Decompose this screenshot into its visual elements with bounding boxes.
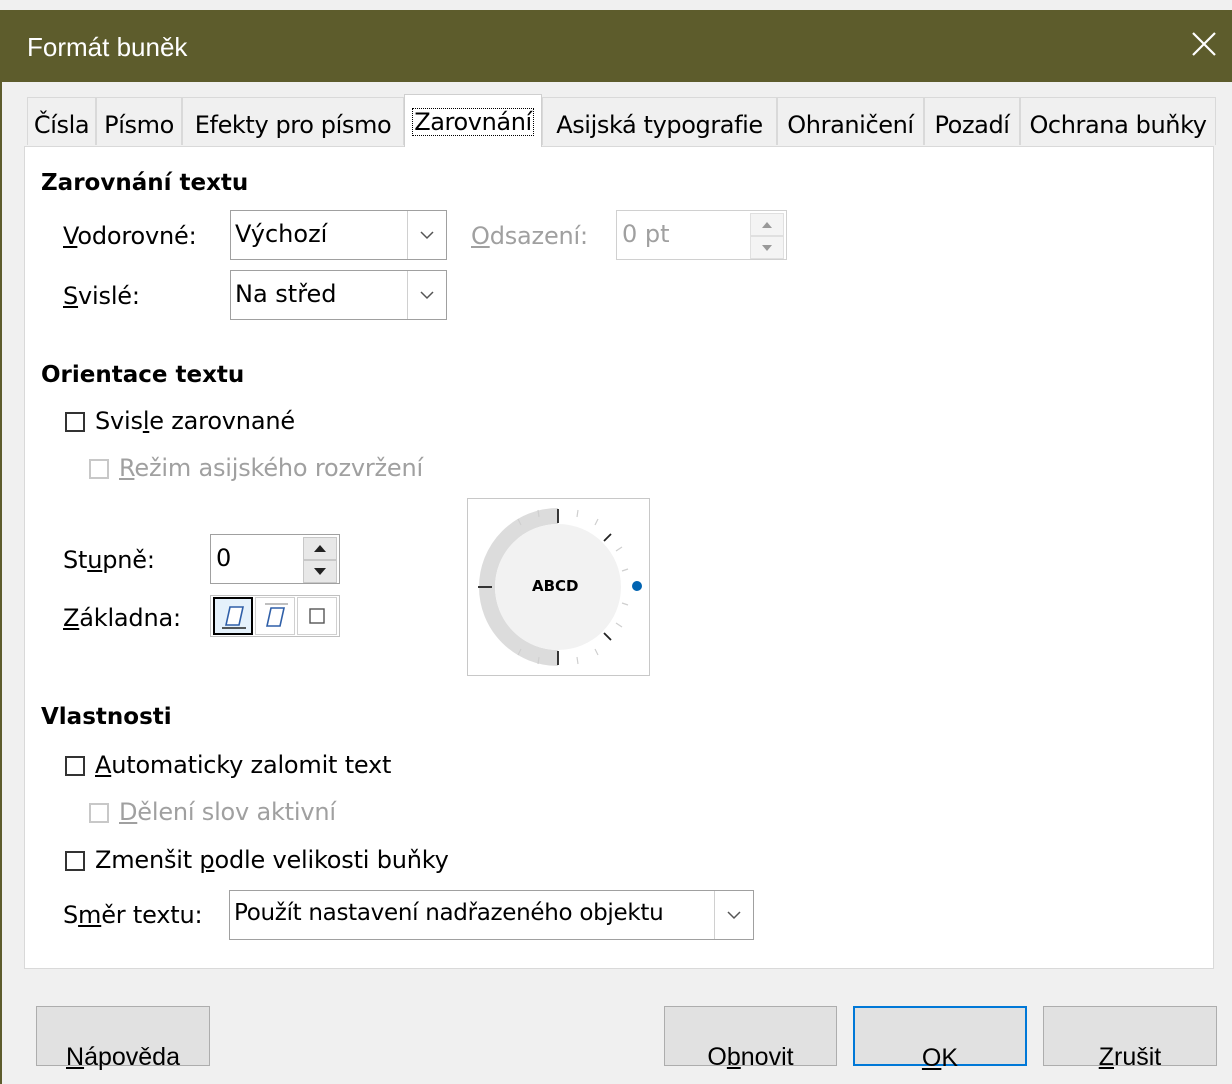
horizontal-label: Vodorovné: [63,222,197,250]
vertical-value: Na střed [235,280,337,308]
text-extension-inside-cell-icon[interactable] [297,597,337,635]
tab-cisla[interactable]: Čísla [27,97,96,145]
chevron-down-icon[interactable] [407,211,446,259]
title-bar: Formát buněk [0,10,1232,82]
tab-asijska-typografie[interactable]: Asijská typografie [542,97,777,145]
tab-ohraniceni[interactable]: Ohraničení [777,97,924,145]
dialog-title: Formát buněk [27,32,188,62]
text-direction-dropdown[interactable]: Použít nastavení nadřazeného objektu [229,890,754,940]
tab-pozadi[interactable]: Pozadí [924,97,1020,145]
text-direction-label: Směr textu: [63,901,203,929]
indent-label: Odsazení: [471,222,588,250]
asian-layout-checkbox[interactable] [89,459,109,479]
dial-angle-indicator[interactable] [632,581,642,591]
hyphenation-checkbox[interactable] [89,803,109,823]
text-extension-from-lower-edge-icon[interactable] [213,597,253,635]
spin-up-icon[interactable] [750,213,784,236]
tab-efekty-pro-pismo[interactable]: Efekty pro písmo [182,97,404,145]
tab-zarovnani[interactable]: Zarovnání [404,94,542,147]
text-direction-value: Použít nastavení nadřazeného objektu [234,900,664,926]
horizontal-value: Výchozí [235,220,328,248]
heading-properties: Vlastnosti [41,704,172,730]
reference-edge-label: Základna: [63,604,181,632]
tab-pismo[interactable]: Písmo [96,97,182,145]
vertically-stacked-checkbox[interactable] [65,412,85,432]
vertical-dropdown[interactable]: Na střed [230,270,447,320]
asian-layout-label: Režim asijského rozvržení [119,454,423,482]
hyphenation-label: Dělení slov aktivní [119,798,336,826]
indent-spinbox[interactable]: 0 pt [616,210,787,260]
dial-sample-text: ABCD [532,577,579,595]
chevron-down-icon[interactable] [714,891,753,939]
reset-button[interactable]: Obnovit [664,1006,837,1071]
wrap-text-label: Automaticky zalomit text [95,751,392,779]
shrink-to-fit-checkbox[interactable] [65,851,85,871]
degrees-value: 0 [216,544,232,572]
tab-ochrana-bunky[interactable]: Ochrana buňky [1020,97,1216,145]
rotation-dial[interactable]: ABCD [467,498,650,676]
shrink-to-fit-label: Zmenšit podle velikosti buňky [95,846,449,874]
reference-edge-group [210,595,340,637]
wrap-text-checkbox[interactable] [65,756,85,776]
vertical-label: Svislé: [63,282,140,310]
indent-value: 0 pt [622,220,670,248]
window-border [0,82,2,1084]
heading-text-orientation: Orientace textu [41,362,245,388]
heading-text-alignment: Zarovnání textu [41,170,249,196]
spin-up-icon[interactable] [303,537,337,560]
cancel-button[interactable]: Zrušit [1043,1006,1217,1071]
horizontal-dropdown[interactable]: Výchozí [230,210,447,260]
text-extension-from-upper-edge-icon[interactable] [255,597,295,635]
help-button[interactable]: Nápověda [36,1006,210,1071]
spin-down-icon[interactable] [750,236,784,259]
degrees-label: Stupně: [63,546,155,574]
degrees-spinbox[interactable]: 0 [210,534,340,584]
chevron-down-icon[interactable] [407,271,446,319]
vertically-stacked-label: Svisle zarovnané [95,407,295,435]
close-icon[interactable] [1184,24,1224,64]
ok-button[interactable]: OK [853,1006,1027,1072]
spin-down-icon[interactable] [303,560,337,583]
